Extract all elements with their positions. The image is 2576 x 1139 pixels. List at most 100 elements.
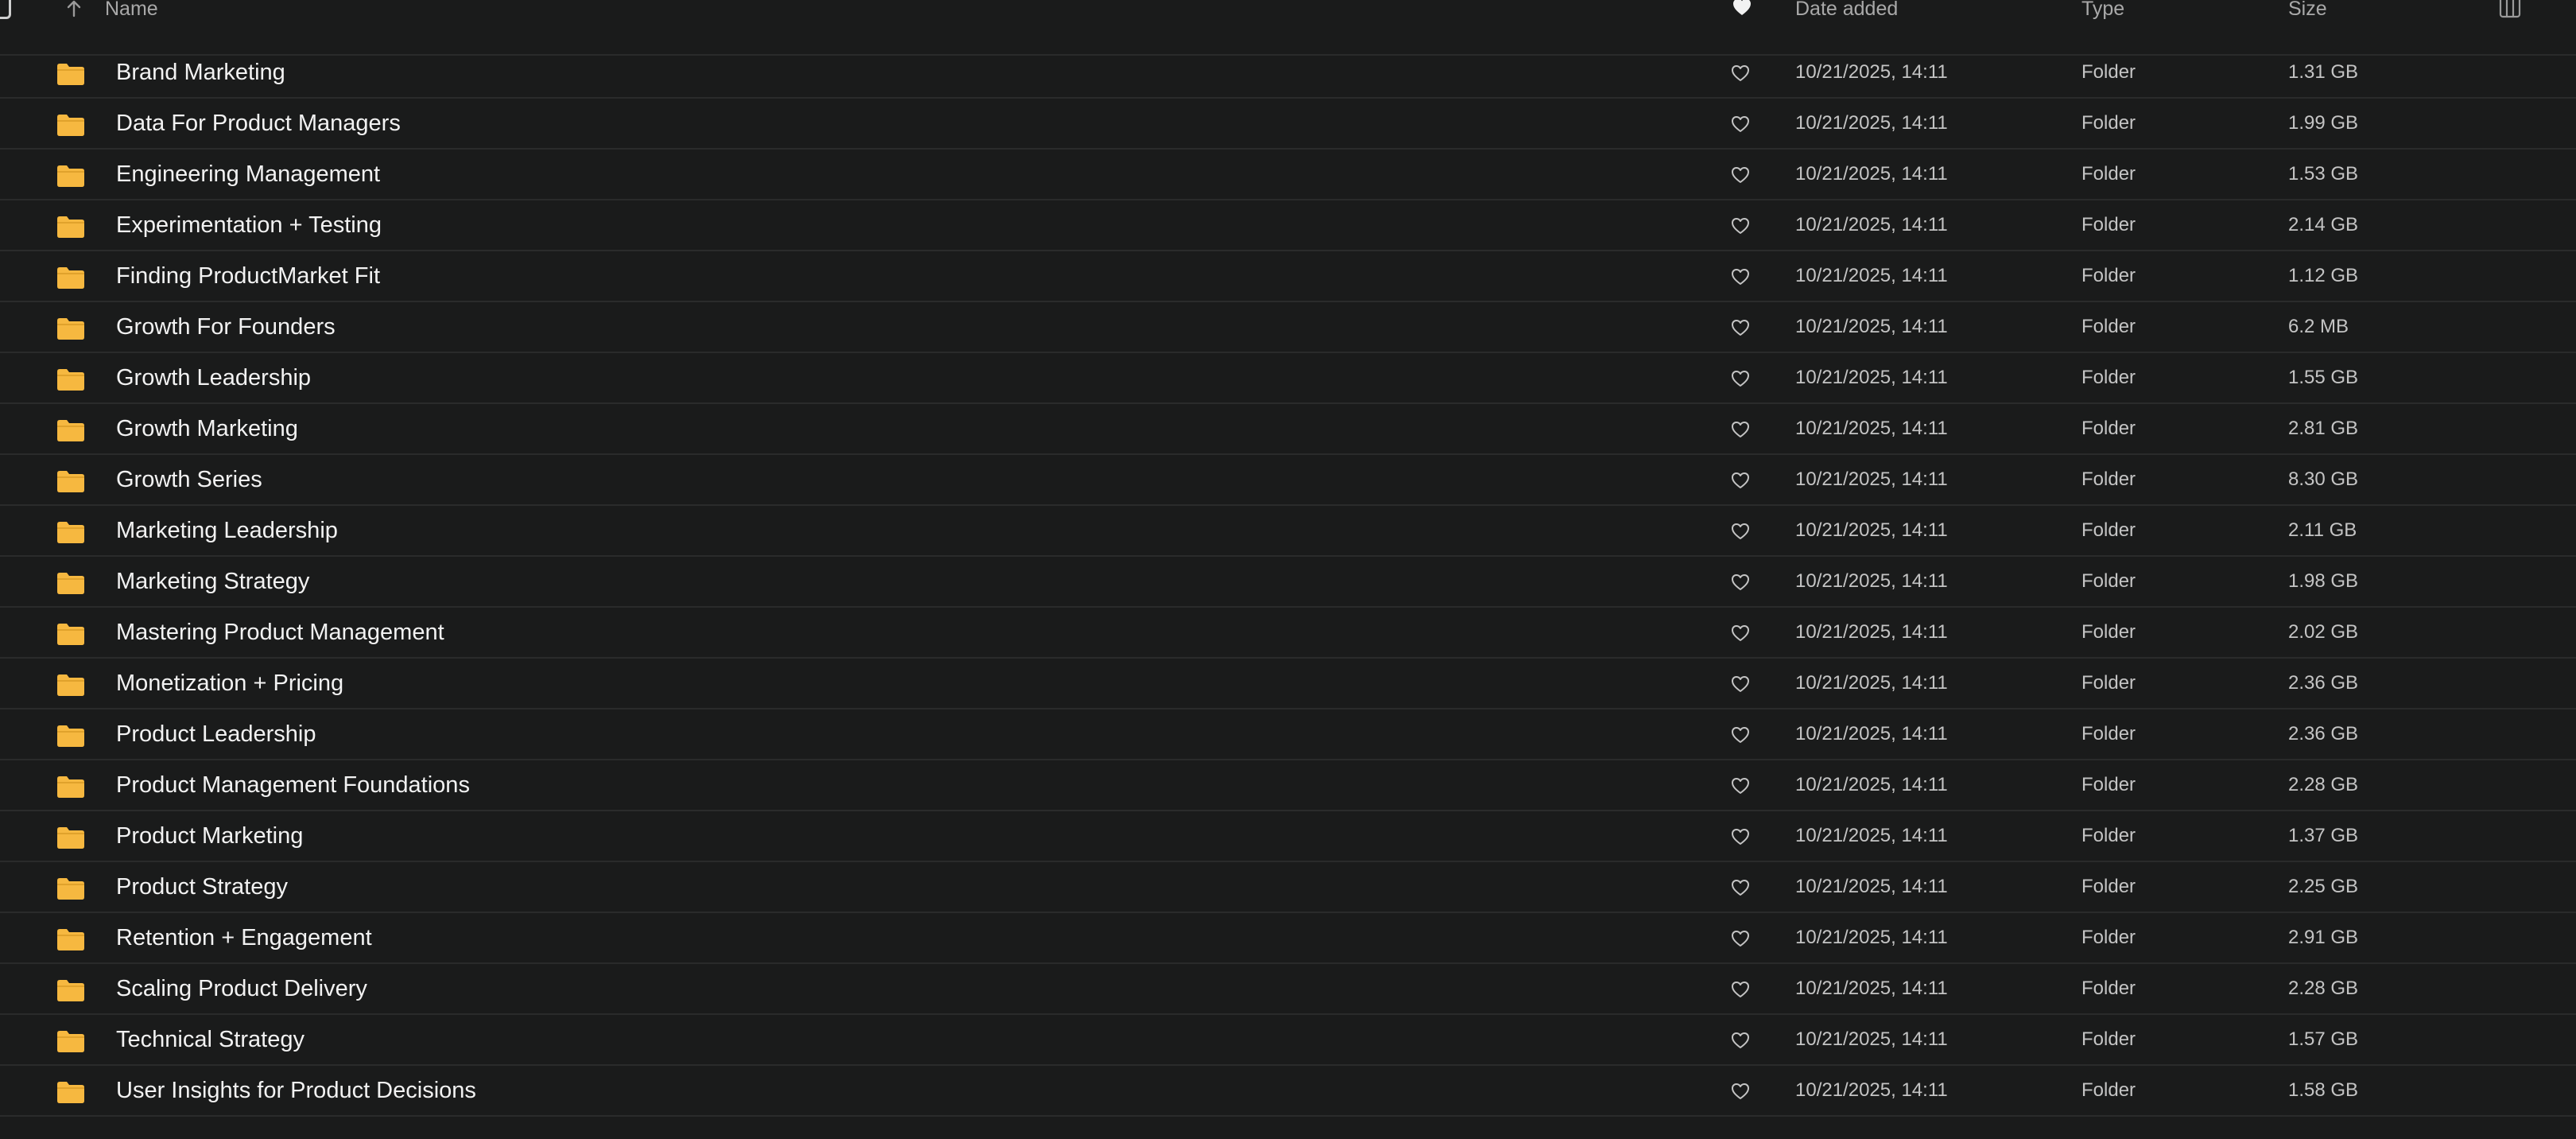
file-name[interactable]: Scaling Product Delivery — [116, 964, 367, 1013]
date-added: 10/21/2025, 14:11 — [1795, 1028, 1948, 1050]
heart-outline-icon[interactable] — [1730, 1031, 1751, 1050]
table-row[interactable]: Growth Leadership 10/21/2025, 14:11 Folder… — [0, 353, 2576, 404]
file-type: Folder — [2081, 723, 2136, 744]
file-name[interactable]: Marketing Strategy — [116, 557, 309, 606]
date-added: 10/21/2025, 14:11 — [1795, 112, 1948, 134]
file-size: 6.2 MB — [2288, 316, 2349, 337]
file-type: Folder — [2081, 316, 2136, 337]
heart-outline-icon[interactable] — [1730, 267, 1751, 286]
column-header-date-added[interactable]: Date added — [1795, 0, 1898, 19]
table-row[interactable]: Growth For Founders 10/21/2025, 14:11 Fold… — [0, 302, 2576, 353]
file-type: Folder — [2081, 570, 2136, 592]
heart-outline-icon[interactable] — [1730, 522, 1751, 541]
heart-outline-icon[interactable] — [1730, 624, 1751, 643]
table-row[interactable]: Monetization + Pricing 10/21/2025, 14:11 F… — [0, 659, 2576, 709]
file-size: 8.30 GB — [2288, 468, 2359, 490]
select-all-checkbox[interactable] — [0, 0, 11, 19]
heart-outline-icon[interactable] — [1730, 725, 1751, 744]
table-row[interactable]: Growth Marketing 10/21/2025, 14:11 Folder 2… — [0, 404, 2576, 455]
heart-outline-icon[interactable] — [1730, 115, 1751, 134]
table-row[interactable]: Product Leadership 10/21/2025, 14:11 Folde… — [0, 709, 2576, 760]
table-row[interactable]: Growth Series 10/21/2025, 14:11 Folder 8.30… — [0, 455, 2576, 506]
table-row[interactable]: Finding ProductMarket Fit 10/21/2025, 14:… — [0, 251, 2576, 302]
date-added: 10/21/2025, 14:11 — [1795, 570, 1948, 592]
table-row[interactable]: Product Marketing 10/21/2025, 14:11 Folder… — [0, 811, 2576, 862]
file-name[interactable]: Retention + Engagement — [116, 913, 372, 962]
file-name[interactable]: Technical Strategy — [116, 1015, 305, 1064]
heart-outline-icon[interactable] — [1730, 216, 1751, 235]
column-header-type[interactable]: Type — [2081, 0, 2124, 19]
arrow-up-icon[interactable] — [64, 0, 84, 19]
heart-outline-icon[interactable] — [1730, 674, 1751, 694]
file-size: 2.91 GB — [2288, 927, 2359, 948]
heart-outline-icon[interactable] — [1730, 776, 1751, 795]
columns-icon[interactable] — [2498, 0, 2522, 19]
table-row[interactable]: Product Strategy 10/21/2025, 14:11 Folder 2… — [0, 862, 2576, 913]
table-row[interactable]: Engineering Management 10/21/2025, 14:11 F… — [0, 150, 2576, 200]
file-name[interactable]: Growth For Founders — [116, 302, 336, 352]
table-row[interactable]: User Insights for Product Decisions 10/21… — [0, 1066, 2576, 1117]
date-added: 10/21/2025, 14:11 — [1795, 621, 1948, 643]
table-row[interactable]: Marketing Strategy 10/21/2025, 14:11 Folde… — [0, 557, 2576, 608]
folder-icon — [57, 878, 84, 900]
date-added: 10/21/2025, 14:11 — [1795, 265, 1948, 286]
heart-outline-icon[interactable] — [1730, 369, 1751, 388]
file-name[interactable]: Monetization + Pricing — [116, 659, 343, 708]
file-name[interactable]: Growth Series — [116, 455, 262, 504]
heart-outline-icon[interactable] — [1730, 980, 1751, 999]
heart-outline-icon[interactable] — [1730, 471, 1751, 490]
file-name[interactable]: Engineering Management — [116, 150, 380, 199]
heart-outline-icon[interactable] — [1730, 165, 1751, 185]
table-row[interactable]: Data For Product Managers 10/21/2025, 14:… — [0, 99, 2576, 150]
heart-outline-icon[interactable] — [1730, 1082, 1751, 1101]
file-name[interactable]: Product Marketing — [116, 811, 303, 861]
file-name[interactable]: Data For Product Managers — [116, 99, 401, 148]
heart-filled-icon[interactable] — [1732, 0, 1752, 17]
folder-icon — [57, 369, 84, 391]
table-row[interactable]: Marketing Leadership 10/21/2025, 14:11 Fol… — [0, 506, 2576, 557]
file-type: Folder — [2081, 214, 2136, 235]
date-added: 10/21/2025, 14:11 — [1795, 163, 1948, 185]
file-name[interactable]: User Insights for Product Decisions — [116, 1066, 476, 1115]
table-row[interactable]: Retention + Engagement 10/21/2025, 14:11 F… — [0, 913, 2576, 964]
file-browser: Advanced Growth Strategy10/21/2025, 14:1… — [0, 0, 2576, 1139]
heart-outline-icon[interactable] — [1730, 420, 1751, 439]
table-row[interactable]: Scaling Product Delivery 10/21/2025, 14:1… — [0, 964, 2576, 1015]
file-type: Folder — [2081, 112, 2136, 134]
file-name[interactable]: Product Leadership — [116, 709, 316, 759]
file-size: 1.57 GB — [2288, 1028, 2359, 1050]
column-header-name[interactable]: Name — [105, 0, 158, 19]
file-size: 1.99 GB — [2288, 112, 2359, 134]
column-header-size[interactable]: Size — [2288, 0, 2327, 19]
file-name[interactable]: Finding ProductMarket Fit — [116, 251, 380, 301]
date-added: 10/21/2025, 14:11 — [1795, 468, 1948, 490]
date-added: 10/21/2025, 14:11 — [1795, 519, 1948, 541]
heart-outline-icon[interactable] — [1730, 64, 1751, 83]
heart-outline-icon[interactable] — [1730, 878, 1751, 897]
file-size: 2.28 GB — [2288, 774, 2359, 795]
file-type: Folder — [2081, 621, 2136, 643]
file-name[interactable]: Experimentation + Testing — [116, 200, 382, 250]
date-added: 10/21/2025, 14:11 — [1795, 672, 1948, 694]
file-type: Folder — [2081, 774, 2136, 795]
file-type: Folder — [2081, 519, 2136, 541]
table-row[interactable]: Product Management Foundations 10/21/2025… — [0, 760, 2576, 811]
file-type: Folder — [2081, 825, 2136, 846]
file-name[interactable]: Product Management Foundations — [116, 760, 470, 810]
file-name[interactable]: Product Strategy — [116, 862, 288, 912]
heart-outline-icon[interactable] — [1730, 573, 1751, 592]
heart-outline-icon[interactable] — [1730, 929, 1751, 948]
file-name[interactable]: Growth Leadership — [116, 353, 311, 402]
folder-icon — [57, 929, 84, 950]
heart-outline-icon[interactable] — [1730, 318, 1751, 337]
heart-outline-icon[interactable] — [1730, 827, 1751, 846]
file-name[interactable]: Growth Marketing — [116, 404, 298, 453]
date-added: 10/21/2025, 14:11 — [1795, 927, 1948, 948]
file-name[interactable]: Marketing Leadership — [116, 506, 338, 555]
file-name[interactable]: Mastering Product Management — [116, 608, 444, 657]
table-row[interactable]: Experimentation + Testing 10/21/2025, 14:… — [0, 200, 2576, 251]
folder-icon — [57, 827, 84, 849]
table-row[interactable]: Mastering Product Management 10/21/2025, … — [0, 608, 2576, 659]
table-row[interactable]: Technical Strategy 10/21/2025, 14:11 Folde… — [0, 1015, 2576, 1066]
file-type: Folder — [2081, 367, 2136, 388]
